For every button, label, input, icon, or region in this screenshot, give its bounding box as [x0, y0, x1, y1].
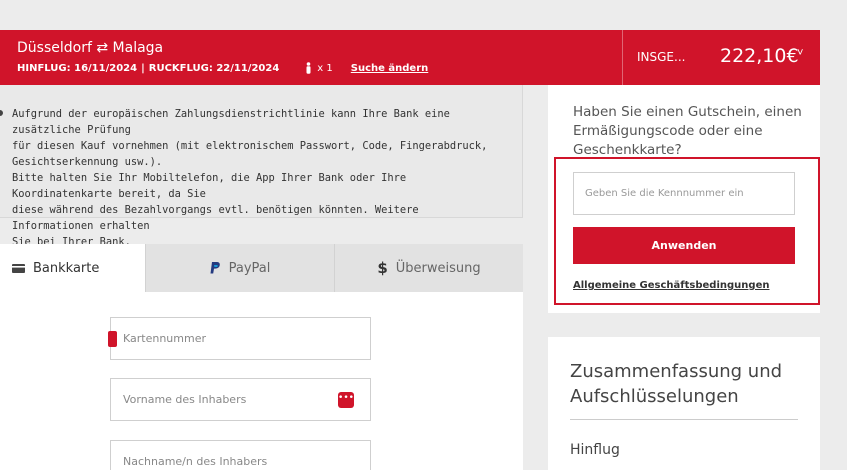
- info-text: Aufgrund der europäischen Zahlungsdienst…: [12, 108, 488, 248]
- passenger-count-text: x 1: [317, 62, 333, 74]
- password-manager-icon[interactable]: •••: [338, 392, 354, 408]
- person-icon: [306, 62, 311, 74]
- terms-link[interactable]: Allgemeine Geschäftsbedingungen: [573, 280, 769, 291]
- dollar-icon: $: [377, 259, 388, 277]
- holder-first-name-field[interactable]: Vorname des Inhabers •••: [110, 378, 371, 421]
- route-to: Malaga: [112, 40, 164, 56]
- flight-dates: HINFLUG: 16/11/2024 | RUCKFLUG: 22/11/20…: [17, 62, 428, 74]
- total-label: INSGE...: [637, 50, 686, 64]
- tab-paypal[interactable]: PayPal: [145, 244, 334, 292]
- total-amount: 222,10€: [720, 45, 799, 67]
- voucher-code-input[interactable]: Geben Sie die Kennnummer ein: [573, 172, 795, 215]
- summary-title: Zusammenfassung und Aufschlüsselungen: [570, 361, 783, 407]
- payment-method-tabs: Bankkarte PayPal $ Überweisung: [0, 244, 523, 292]
- psd2-info-notice: Aufgrund der europäischen Zahlungsdienst…: [0, 85, 523, 248]
- holder-last-name-field[interactable]: Nachname/n des Inhabers: [110, 440, 371, 470]
- card-flag-icon: [108, 331, 117, 347]
- change-search-link[interactable]: Suche ändern: [351, 63, 429, 74]
- tab-label: Bankkarte: [33, 260, 100, 276]
- tab-label: PayPal: [228, 260, 271, 276]
- card-icon: [12, 263, 25, 273]
- card-number-placeholder: Kartennummer: [123, 332, 206, 345]
- holder-last-placeholder: Nachname/n des Inhabers: [123, 455, 268, 468]
- return-date: RUCKFLUG: 22/11/2024: [148, 62, 280, 74]
- passenger-count: x 1: [305, 62, 333, 74]
- chevron-down-icon[interactable]: ˅: [797, 47, 803, 59]
- swap-icon: ⇄: [96, 40, 109, 56]
- tab-label: Überweisung: [395, 260, 481, 276]
- total-price-toggle[interactable]: INSGE... 222,10€ ˅: [622, 30, 820, 85]
- date-separator: |: [141, 62, 145, 74]
- outbound-date: HINFLUG: 16/11/2024: [17, 62, 138, 74]
- voucher-title: Haben Sie einen Gutschein, einen Ermäßig…: [573, 104, 802, 158]
- paypal-icon: [210, 262, 220, 274]
- outbound-section-label[interactable]: Hinflug: [570, 442, 620, 458]
- divider: [570, 419, 798, 420]
- tab-bankkarte[interactable]: Bankkarte: [0, 244, 145, 292]
- tab-ueberweisung[interactable]: $ Überweisung: [334, 244, 523, 292]
- card-form: Kartennummer Vorname des Inhabers ••• Na…: [0, 292, 523, 470]
- route-from: Düsseldorf: [17, 40, 92, 56]
- holder-first-placeholder: Vorname des Inhabers: [123, 393, 247, 406]
- voucher-placeholder: Geben Sie die Kennnummer ein: [585, 188, 744, 199]
- booking-header: Düsseldorf ⇄ Malaga HINFLUG: 16/11/2024 …: [0, 30, 820, 85]
- card-number-field[interactable]: Kartennummer: [108, 317, 371, 360]
- apply-button[interactable]: Anwenden: [573, 227, 795, 264]
- route-title: Düsseldorf ⇄ Malaga: [17, 40, 163, 56]
- info-icon: [0, 110, 3, 116]
- summary-panel: Zusammenfassung und Aufschlüsselungen Hi…: [548, 337, 820, 470]
